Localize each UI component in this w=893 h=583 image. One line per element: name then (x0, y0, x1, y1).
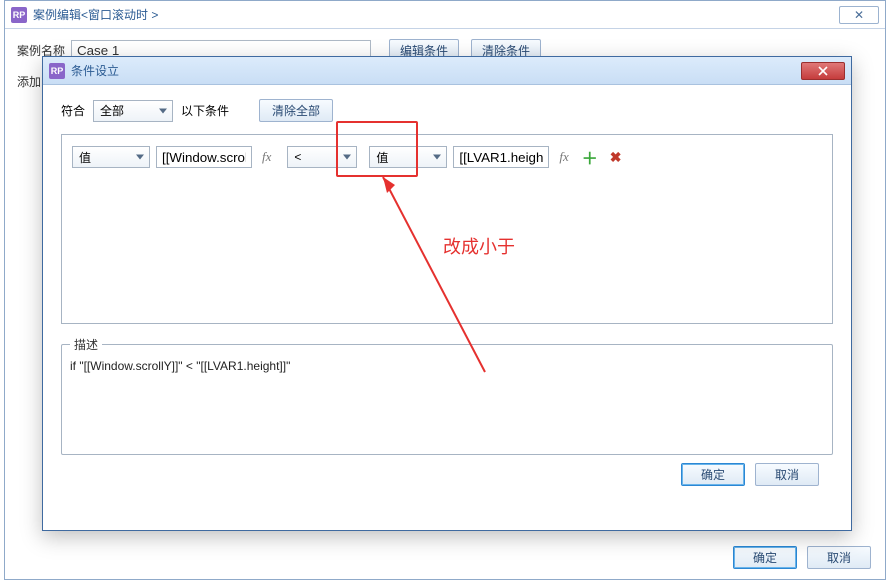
app-icon: RP (11, 7, 27, 23)
close-icon (817, 66, 829, 76)
outer-titlebar: RP 案例编辑<窗口滚动时 > ✕ (5, 1, 885, 29)
match-prefix-label: 符合 (61, 102, 85, 119)
annotation-text: 改成小于 (443, 233, 515, 259)
description-fieldset: 描述 (61, 336, 833, 455)
remove-condition-icon[interactable]: ✖ (607, 149, 625, 166)
match-scope-dropdown[interactable]: 全部 (93, 100, 173, 122)
app-icon: RP (49, 63, 65, 79)
inner-cancel-button[interactable]: 取消 (755, 463, 819, 486)
match-suffix-label: 以下条件 (181, 102, 229, 119)
match-row: 符合 全部 以下条件 清除全部 (61, 99, 833, 122)
fx-icon[interactable]: fx (258, 149, 275, 165)
description-text[interactable] (62, 353, 832, 451)
left-value-input[interactable] (156, 146, 252, 168)
left-type-value: 值 (79, 149, 91, 166)
operator-value: < (294, 150, 301, 164)
match-scope-value: 全部 (100, 102, 124, 119)
inner-titlebar: RP 条件设立 (43, 57, 851, 85)
inner-window-title: 条件设立 (71, 62, 119, 79)
right-value-input[interactable] (453, 146, 549, 168)
outer-window-title: 案例编辑<窗口滚动时 > (33, 6, 158, 23)
right-type-value: 值 (376, 149, 388, 166)
close-icon: ✕ (854, 8, 864, 22)
outer-footer: 确定 取消 (733, 546, 871, 569)
clear-all-button[interactable]: 清除全部 (259, 99, 333, 122)
inner-footer: 确定 取消 (61, 455, 833, 486)
right-type-dropdown[interactable]: 值 (369, 146, 447, 168)
inner-ok-button[interactable]: 确定 (681, 463, 745, 486)
left-type-dropdown[interactable]: 值 (72, 146, 150, 168)
description-legend: 描述 (70, 336, 102, 353)
operator-dropdown[interactable]: < (287, 146, 357, 168)
conditions-container: 值 fx < 值 fx ＋ ✖ (61, 134, 833, 324)
condition-window: RP 条件设立 符合 全部 以下条件 清除全部 值 (42, 56, 852, 531)
add-condition-icon[interactable]: ＋ (579, 145, 601, 169)
inner-body: 符合 全部 以下条件 清除全部 值 fx < 值 (43, 85, 851, 496)
condition-row: 值 fx < 值 fx ＋ ✖ (72, 145, 822, 169)
outer-ok-button[interactable]: 确定 (733, 546, 797, 569)
outer-close-button[interactable]: ✕ (839, 6, 879, 24)
inner-close-button[interactable] (801, 62, 845, 80)
fx-icon[interactable]: fx (555, 149, 572, 165)
outer-cancel-button[interactable]: 取消 (807, 546, 871, 569)
